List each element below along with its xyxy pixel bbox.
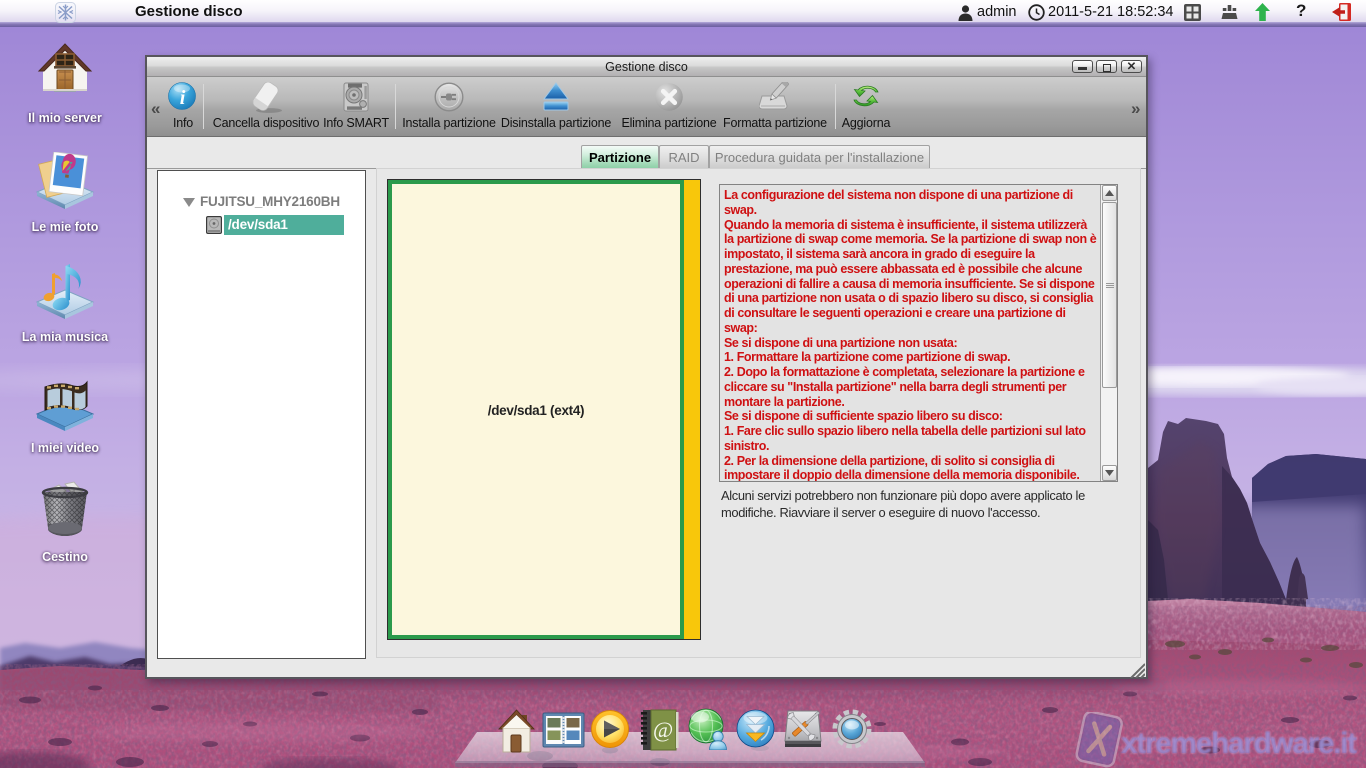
svg-text:@: @ — [653, 717, 673, 742]
svg-text:i: i — [180, 87, 186, 109]
